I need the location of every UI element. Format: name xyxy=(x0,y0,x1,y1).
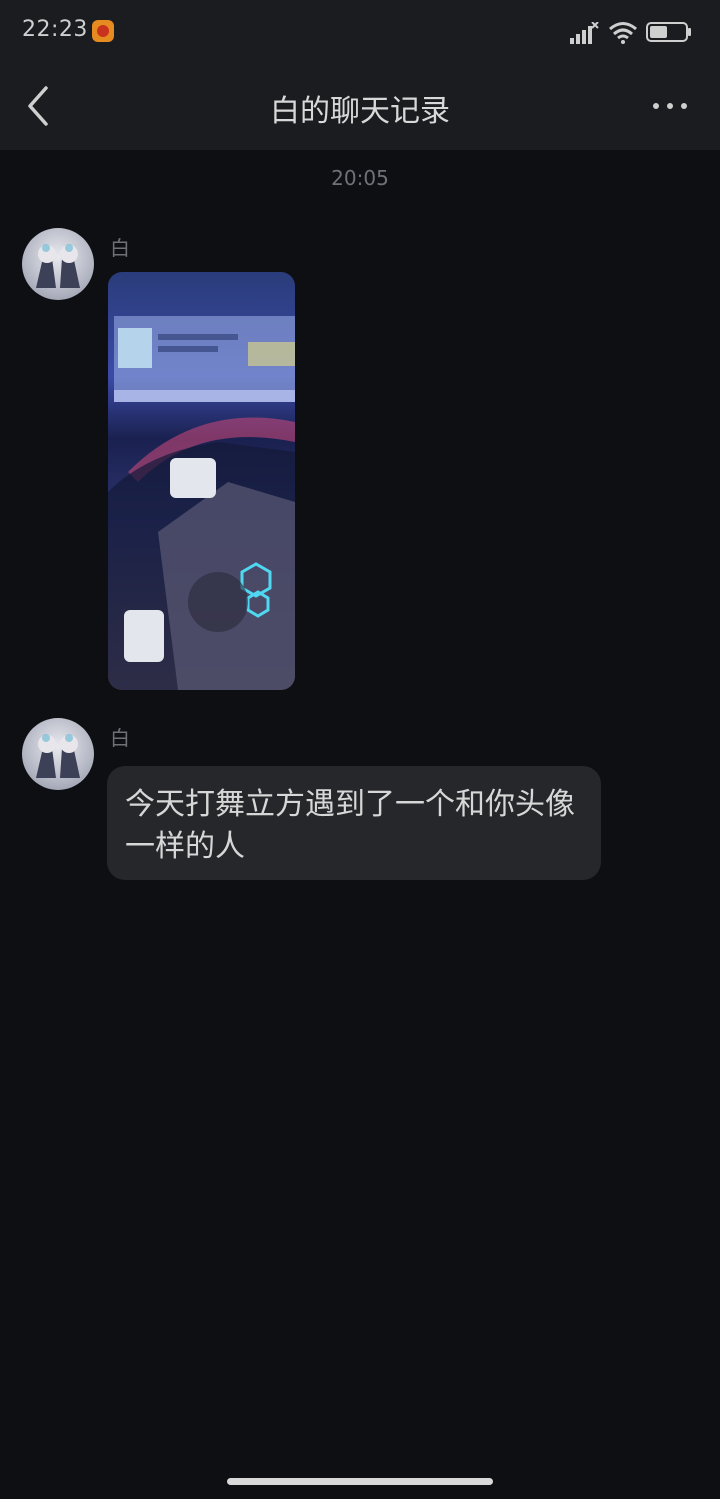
battery-icon xyxy=(646,22,691,42)
home-indicator[interactable] xyxy=(227,1478,493,1485)
avatar-picture xyxy=(36,734,80,778)
app-notification-icon xyxy=(92,20,114,42)
photo-rhythm-game-screen xyxy=(108,316,295,690)
avatar[interactable] xyxy=(22,718,94,790)
text-message-bubble[interactable]: 今天打舞立方遇到了一个和你头像一样的人 xyxy=(107,766,601,880)
avatar-picture xyxy=(36,244,80,288)
sender-name: 白 xyxy=(110,236,130,260)
sender-name: 白 xyxy=(110,726,130,750)
message-text: 今天打舞立方遇到了一个和你头像一样的人 xyxy=(125,787,575,864)
chat-timestamp: 20:05 xyxy=(331,166,389,190)
status-time: 22:23 xyxy=(22,17,88,42)
avatar[interactable] xyxy=(22,228,94,300)
image-message[interactable] xyxy=(108,272,295,690)
more-dots-icon xyxy=(653,103,687,109)
page-title: 白的聊天记录 xyxy=(270,94,450,129)
signal-icon xyxy=(570,22,599,44)
header-bar: 白的聊天记录 xyxy=(0,62,720,150)
more-button[interactable] xyxy=(648,88,692,124)
wifi-icon xyxy=(609,22,637,44)
status-bar: 22:23 xyxy=(0,0,720,62)
